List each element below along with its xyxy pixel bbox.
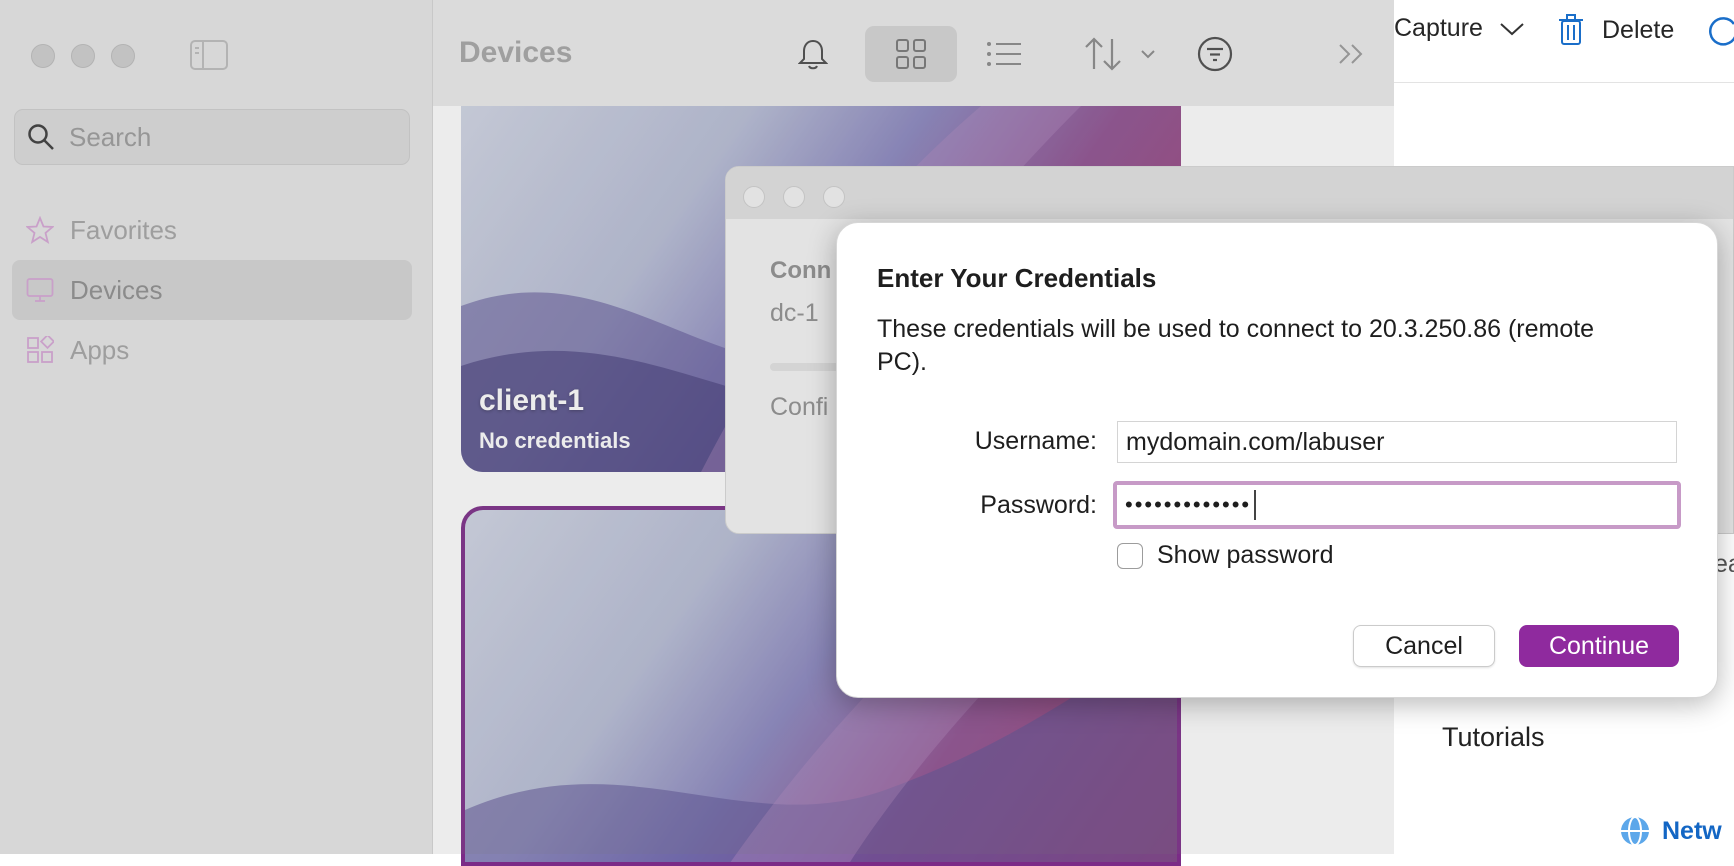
connection-status: Confi [770,393,829,421]
network-label: Netw [1662,816,1722,845]
password-label: Password: [980,491,1097,519]
connection-host: dc-1 [770,299,819,327]
chevron-down-icon [1500,22,1524,35]
show-password-label[interactable]: Show password [1157,541,1333,570]
password-field[interactable]: ••••••••••••• [1113,481,1681,529]
tutorials-link[interactable]: Tutorials [1442,722,1545,753]
refresh-icon [1709,17,1734,46]
capture-button[interactable]: Capture [1394,14,1525,43]
show-password-checkbox[interactable] [1117,543,1143,569]
trash-icon [1559,14,1583,45]
connection-minimize-button[interactable] [783,186,805,208]
connection-titlebar [726,167,1733,219]
connection-zoom-button[interactable] [823,186,845,208]
portal-toolbar: Capture Delete [1390,0,1734,83]
dialog-message: These credentials will be used to connec… [877,315,1595,376]
cancel-button[interactable]: Cancel [1353,625,1495,667]
connection-close-button[interactable] [743,186,765,208]
capture-label: Capture [1394,14,1483,42]
password-value: ••••••••••••• [1125,492,1252,517]
text-caret [1254,490,1257,520]
connection-title: Conn [770,257,832,284]
credentials-dialog: Enter Your Credentials These credentials… [836,222,1718,698]
refresh-button[interactable] [1708,14,1734,48]
username-field[interactable]: mydomain.com/labuser [1117,421,1677,463]
delete-label: Delete [1602,15,1675,44]
continue-button[interactable]: Continue [1519,625,1679,667]
network-link[interactable]: Netw [1618,814,1722,848]
username-value: mydomain.com/labuser [1126,427,1385,456]
globe-icon [1621,816,1649,846]
delete-button[interactable]: Delete [1558,14,1674,46]
username-label: Username: [974,427,1097,455]
dialog-title: Enter Your Credentials [877,263,1157,293]
